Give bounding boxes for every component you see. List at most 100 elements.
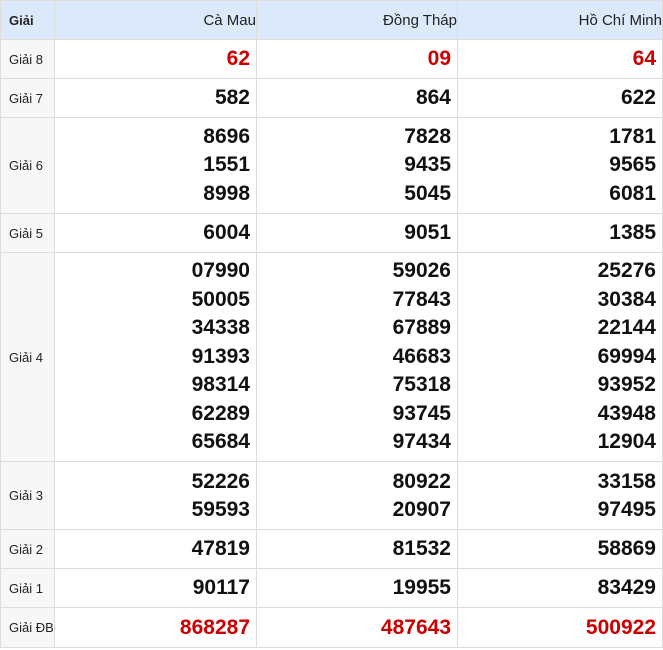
winning-number: 69994 xyxy=(597,344,656,368)
winning-number: 81532 xyxy=(392,537,451,560)
prize-label: Giải 8 xyxy=(0,39,55,79)
winning-number: 25276 xyxy=(597,259,656,283)
winning-number: 487643 xyxy=(380,615,451,639)
table-row: Giải 5 6004 9051 1385 xyxy=(0,213,663,253)
winning-number: 97495 xyxy=(597,497,656,521)
prize-label: Giải 2 xyxy=(0,529,55,569)
winning-number: 22144 xyxy=(597,316,656,340)
winning-number: 868287 xyxy=(179,615,250,639)
winning-number: 80922 xyxy=(392,469,451,493)
result-cell-ca-mau: 868287 xyxy=(54,607,257,648)
winning-number: 50005 xyxy=(191,287,250,311)
table-row: Giải 8 62 09 64 xyxy=(0,39,663,79)
winning-number: 6081 xyxy=(609,181,656,205)
table-row: Giải ĐB 868287 487643 500922 xyxy=(0,607,663,648)
winning-number: 90117 xyxy=(192,576,250,599)
table-row: Giải 2 47819 81532 58869 xyxy=(0,529,663,569)
result-cell-ca-mau: 62 xyxy=(54,39,257,79)
winning-number: 20907 xyxy=(392,497,451,521)
winning-number: 98314 xyxy=(191,373,250,397)
winning-number: 34338 xyxy=(191,316,250,340)
winning-number: 46683 xyxy=(392,344,451,368)
prize-label: Giải 5 xyxy=(0,213,55,253)
winning-number: 47819 xyxy=(191,537,250,560)
winning-number: 59593 xyxy=(191,497,250,521)
results-body: Giải 8 62 09 64 Giải 7 582 864 622 Giải 6 8696 155… xyxy=(0,39,663,648)
result-cell-ho-chi-minh: 1385 xyxy=(457,213,663,253)
winning-number: 8998 xyxy=(203,181,250,205)
winning-number: 19955 xyxy=(392,576,451,599)
prize-label: Giải ĐB xyxy=(0,607,55,648)
winning-number: 6004 xyxy=(203,221,250,244)
result-cell-dong-thap: 09 xyxy=(256,39,458,79)
winning-number: 07990 xyxy=(191,259,250,283)
winning-number: 43948 xyxy=(597,401,656,425)
result-cell-ho-chi-minh: 622 xyxy=(457,78,663,118)
winning-number: 93952 xyxy=(597,373,656,397)
lottery-results-table: Giải Cà Mau Đồng Tháp Hồ Chí Minh Giải 8… xyxy=(0,0,663,648)
result-cell-ca-mau: 52226 59593 xyxy=(54,461,257,530)
result-cell-ca-mau: 47819 xyxy=(54,529,257,569)
result-cell-ca-mau: 8696 1551 8998 xyxy=(54,117,257,214)
winning-number: 12904 xyxy=(597,430,656,454)
winning-number: 65684 xyxy=(191,430,250,454)
table-row: Giải 7 582 864 622 xyxy=(0,78,663,118)
result-cell-ca-mau: 07990 50005 34338 91393 98314 62289 65684 xyxy=(54,252,257,462)
result-cell-ca-mau: 582 xyxy=(54,78,257,118)
result-cell-dong-thap: 487643 xyxy=(256,607,458,648)
result-cell-ho-chi-minh: 58869 xyxy=(457,529,663,569)
winning-number: 62289 xyxy=(191,401,250,425)
winning-number: 62 xyxy=(226,47,250,70)
result-cell-dong-thap: 59026 77843 67889 46683 75318 93745 97434 xyxy=(256,252,458,462)
winning-number: 9051 xyxy=(404,221,451,244)
winning-number: 622 xyxy=(620,86,656,109)
prize-label: Giải 1 xyxy=(0,568,55,608)
prize-label: Giải 3 xyxy=(0,461,55,530)
result-cell-ca-mau: 6004 xyxy=(54,213,257,253)
prize-column-header: Giải xyxy=(0,0,55,40)
result-cell-dong-thap: 81532 xyxy=(256,529,458,569)
winning-number: 59026 xyxy=(392,259,451,283)
winning-number: 91393 xyxy=(191,344,250,368)
result-cell-dong-thap: 7828 9435 5045 xyxy=(256,117,458,214)
winning-number: 5045 xyxy=(404,181,451,205)
winning-number: 67889 xyxy=(392,316,451,340)
province-header-ca-mau: Cà Mau xyxy=(54,0,257,40)
winning-number: 500922 xyxy=(585,615,656,639)
result-cell-ho-chi-minh: 64 xyxy=(457,39,663,79)
province-header-dong-thap: Đồng Tháp xyxy=(256,0,458,40)
result-cell-dong-thap: 19955 xyxy=(256,568,458,608)
prize-label: Giải 4 xyxy=(0,252,55,462)
winning-number: 8696 xyxy=(203,124,250,148)
result-cell-ho-chi-minh: 1781 9565 6081 xyxy=(457,117,663,214)
winning-number: 77843 xyxy=(392,287,451,311)
winning-number: 33158 xyxy=(597,469,656,493)
result-cell-ho-chi-minh: 33158 97495 xyxy=(457,461,663,530)
prize-label: Giải 7 xyxy=(0,78,55,118)
winning-number: 83429 xyxy=(597,576,656,599)
winning-number: 30384 xyxy=(597,287,656,311)
winning-number: 9435 xyxy=(404,153,451,177)
winning-number: 52226 xyxy=(191,469,250,493)
result-cell-dong-thap: 9051 xyxy=(256,213,458,253)
winning-number: 864 xyxy=(415,86,451,109)
table-row: Giải 1 90117 19955 83429 xyxy=(0,568,663,608)
result-cell-ho-chi-minh: 83429 xyxy=(457,568,663,608)
result-cell-ho-chi-minh: 25276 30384 22144 69994 93952 43948 12904 xyxy=(457,252,663,462)
winning-number: 97434 xyxy=(392,430,451,454)
result-cell-ho-chi-minh: 500922 xyxy=(457,607,663,648)
winning-number: 58869 xyxy=(597,537,656,560)
winning-number: 1551 xyxy=(203,153,250,177)
winning-number: 64 xyxy=(632,47,656,70)
winning-number: 1781 xyxy=(609,124,656,148)
winning-number: 7828 xyxy=(404,124,451,148)
prize-label: Giải 6 xyxy=(0,117,55,214)
result-cell-ca-mau: 90117 xyxy=(54,568,257,608)
winning-number: 1385 xyxy=(609,221,656,244)
winning-number: 582 xyxy=(214,86,250,109)
table-row: Giải 3 52226 59593 80922 20907 33158 97495 xyxy=(0,461,663,530)
result-cell-dong-thap: 80922 20907 xyxy=(256,461,458,530)
result-cell-dong-thap: 864 xyxy=(256,78,458,118)
header-row: Giải Cà Mau Đồng Tháp Hồ Chí Minh xyxy=(0,0,663,40)
winning-number: 75318 xyxy=(392,373,451,397)
